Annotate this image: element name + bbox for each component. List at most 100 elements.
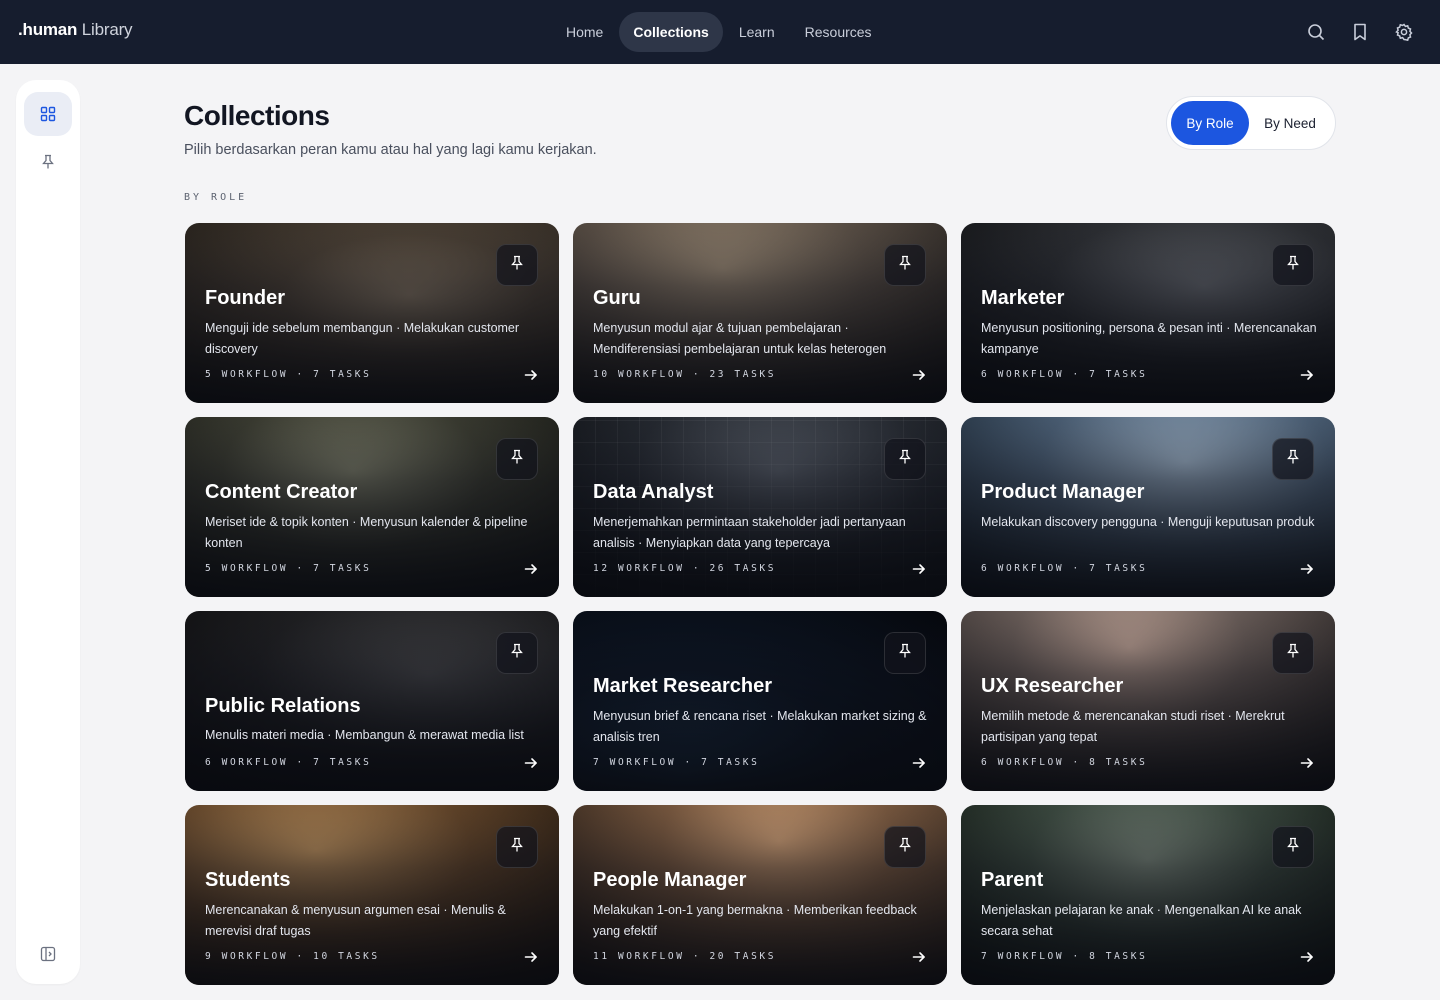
arrow-right-icon[interactable]	[523, 561, 539, 577]
collection-card[interactable]: Parent Menjelaskan pelajaran ke anak · Me…	[961, 805, 1335, 985]
card-meta: 5 WORKFLOW · 7 TASKS	[205, 369, 372, 380]
collection-card[interactable]: Data Analyst Menerjemahkan permintaan sta…	[573, 417, 947, 597]
pin-icon	[509, 449, 525, 470]
view-toggle: By Role By Need	[1166, 96, 1336, 150]
arrow-right-icon[interactable]	[911, 561, 927, 577]
main-nav: Home Collections Learn Resources	[552, 12, 886, 52]
collection-card[interactable]: People Manager Melakukan 1-on-1 yang berm…	[573, 805, 947, 985]
card-description: Menulis materi media · Membangun & meraw…	[205, 728, 524, 742]
card-title: People Manager	[593, 869, 747, 891]
collection-card[interactable]: UX Researcher Memilih metode & merencanak…	[961, 611, 1335, 791]
card-meta: 10 WORKFLOW · 23 TASKS	[593, 369, 777, 380]
arrow-right-icon[interactable]	[1299, 367, 1315, 383]
pin-icon	[897, 255, 913, 276]
arrow-right-icon[interactable]	[1299, 755, 1315, 771]
card-title: Content Creator	[205, 481, 358, 503]
pin-button[interactable]	[496, 244, 538, 286]
card-title: UX Researcher	[981, 675, 1124, 697]
pin-button[interactable]	[884, 244, 926, 286]
pin-button[interactable]	[1272, 244, 1314, 286]
pin-icon	[1285, 449, 1301, 470]
toggle-by-role[interactable]: By Role	[1171, 101, 1249, 145]
card-meta: 9 WORKFLOW · 10 TASKS	[205, 951, 380, 962]
collection-card[interactable]: Product Manager Melakukan discovery pengg…	[961, 417, 1335, 597]
card-description: Meriset ide & topik konten · Menyusun ka…	[205, 515, 528, 550]
pin-button[interactable]	[884, 438, 926, 480]
pin-icon	[1285, 255, 1301, 276]
pin-icon	[897, 837, 913, 858]
collection-card[interactable]: Marketer Menyusun positioning, persona & …	[961, 223, 1335, 403]
arrow-right-icon[interactable]	[523, 949, 539, 965]
sidebar-toggle-button[interactable]	[24, 932, 72, 976]
card-description: Melakukan discovery pengguna · Menguji k…	[981, 515, 1315, 529]
arrow-right-icon[interactable]	[911, 367, 927, 383]
pin-icon	[42, 154, 54, 169]
pin-button[interactable]	[496, 632, 538, 674]
pin-button[interactable]	[1272, 438, 1314, 480]
pin-button[interactable]	[884, 826, 926, 868]
card-title: Marketer	[981, 287, 1065, 309]
pin-icon	[897, 449, 913, 470]
card-meta: 7 WORKFLOW · 7 TASKS	[593, 757, 760, 768]
collection-card[interactable]: Market Researcher Menyusun brief & rencan…	[573, 611, 947, 791]
nav-home[interactable]: Home	[552, 12, 617, 52]
card-description: Menerjemahkan permintaan stakeholder jad…	[593, 515, 906, 550]
card-meta: 6 WORKFLOW · 7 TASKS	[981, 563, 1148, 574]
bookmark-icon[interactable]	[1348, 20, 1372, 44]
arrow-right-icon[interactable]	[911, 949, 927, 965]
search-icon[interactable]	[1304, 20, 1328, 44]
pin-icon	[897, 643, 913, 664]
pin-button[interactable]	[496, 438, 538, 480]
card-title: Product Manager	[981, 481, 1145, 503]
settings-icon[interactable]	[1392, 20, 1416, 44]
card-description: Menjelaskan pelajaran ke anak · Mengenal…	[981, 903, 1302, 938]
nav-collections[interactable]: Collections	[619, 12, 723, 52]
sidebar-item-collections[interactable]	[24, 92, 72, 136]
section-label: BY ROLE	[184, 192, 248, 203]
arrow-right-icon[interactable]	[1299, 561, 1315, 577]
app-logo[interactable]: .human Library	[18, 20, 133, 40]
pin-icon	[1285, 643, 1301, 664]
pin-icon	[1285, 837, 1301, 858]
pin-icon	[509, 643, 525, 664]
arrow-right-icon[interactable]	[523, 367, 539, 383]
card-meta: 11 WORKFLOW · 20 TASKS	[593, 951, 777, 962]
card-title: Public Relations	[205, 695, 361, 717]
card-description: Menyusun brief & rencana riset · Melakuk…	[593, 709, 927, 744]
card-title: Founder	[205, 287, 285, 309]
sidebar	[16, 80, 80, 984]
pin-button[interactable]	[496, 826, 538, 868]
collection-card[interactable]: Founder Menguji ide sebelum membangun · M…	[185, 223, 559, 403]
collection-card[interactable]: Public Relations Menulis materi media · M…	[185, 611, 559, 791]
pin-icon	[509, 837, 525, 858]
card-title: Parent	[981, 869, 1044, 891]
top-navbar: .human Library Home Collections Learn Re…	[0, 0, 1440, 64]
pin-icon	[509, 255, 525, 276]
card-description: Menyusun modul ajar & tujuan pembelajara…	[593, 321, 887, 356]
collection-card[interactable]: Students Merencanakan & menyusun argumen …	[185, 805, 559, 985]
card-description: Melakukan 1-on-1 yang bermakna · Memberi…	[593, 903, 917, 938]
sidebar-item-pinned[interactable]	[24, 140, 72, 184]
card-meta: 12 WORKFLOW · 26 TASKS	[593, 563, 777, 574]
collection-card[interactable]: Guru Menyusun modul ajar & tujuan pembela…	[573, 223, 947, 403]
arrow-right-icon[interactable]	[911, 755, 927, 771]
collection-grid: Founder Menguji ide sebelum membangun · M…	[185, 223, 1335, 985]
collection-card[interactable]: Content Creator Meriset ide & topik konte…	[185, 417, 559, 597]
pin-button[interactable]	[1272, 826, 1314, 868]
page-subtitle: Pilih berdasarkan peran kamu atau hal ya…	[184, 142, 597, 158]
card-description: Memilih metode & merencanakan studi rise…	[981, 709, 1285, 744]
card-meta: 6 WORKFLOW · 7 TASKS	[205, 757, 372, 768]
arrow-right-icon[interactable]	[523, 755, 539, 771]
card-title: Data Analyst	[593, 481, 714, 503]
card-title: Market Researcher	[593, 675, 772, 697]
pin-button[interactable]	[1272, 632, 1314, 674]
toggle-by-need[interactable]: By Need	[1249, 101, 1331, 145]
page-title: Collections	[184, 100, 330, 131]
arrow-right-icon[interactable]	[1299, 949, 1315, 965]
card-description: Menyusun positioning, persona & pesan in…	[981, 321, 1317, 356]
nav-resources[interactable]: Resources	[791, 12, 886, 52]
nav-learn[interactable]: Learn	[725, 12, 789, 52]
card-title: Students	[205, 869, 291, 891]
sidebar-toggle-icon	[40, 946, 56, 962]
pin-button[interactable]	[884, 632, 926, 674]
